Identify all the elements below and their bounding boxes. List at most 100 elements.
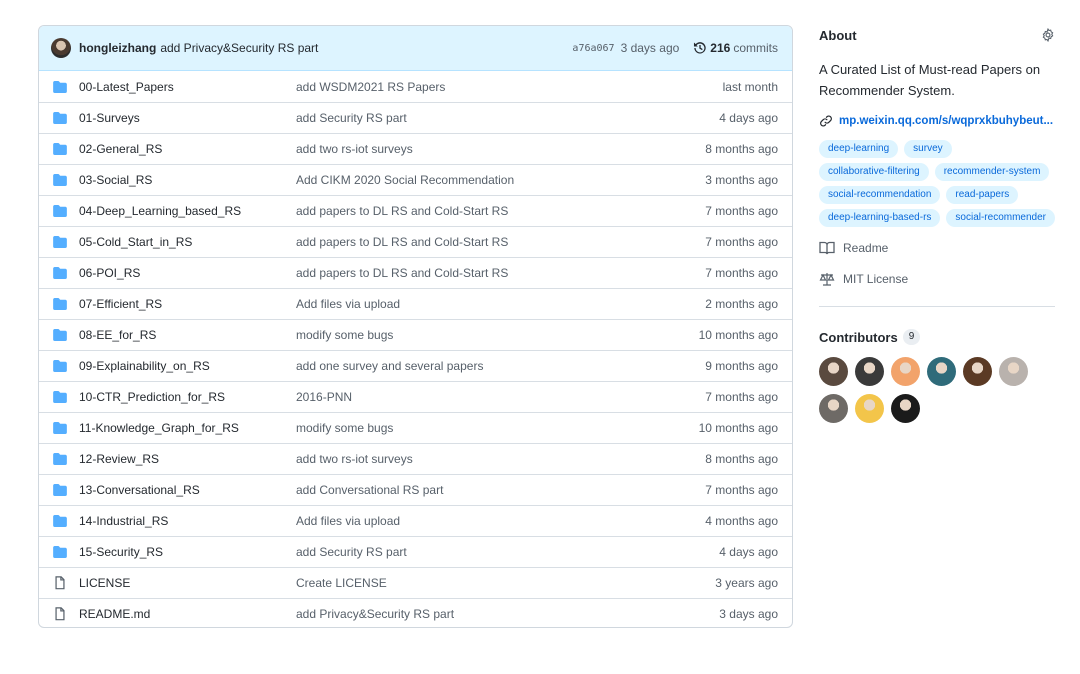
topic-tag[interactable]: deep-learning-based-rs	[819, 209, 941, 227]
file-age: 8 months ago	[705, 142, 778, 156]
topic-list: deep-learning survey collaborative-filteri…	[819, 140, 1055, 227]
file-row[interactable]: 06-POI_RS add papers to DL RS and Cold-St…	[39, 257, 792, 288]
folder-icon	[53, 359, 67, 373]
file-name[interactable]: 05-Cold_Start_in_RS	[79, 235, 296, 249]
file-commit-message[interactable]: add one survey and several papers	[296, 359, 705, 373]
file-name[interactable]: 15-Security_RS	[79, 545, 296, 559]
file-row[interactable]: 12-Review_RS add two rs-iot surveys 8 mont…	[39, 443, 792, 474]
file-commit-message[interactable]: Add files via upload	[296, 297, 705, 311]
folder-icon	[53, 235, 67, 249]
file-row[interactable]: 05-Cold_Start_in_RS add papers to DL RS a…	[39, 226, 792, 257]
contributor-avatar[interactable]	[891, 394, 920, 423]
topic-tag[interactable]: deep-learning	[819, 140, 899, 158]
file-row[interactable]: 15-Security_RS add Security RS part 4 days…	[39, 536, 792, 567]
file-name[interactable]: 06-POI_RS	[79, 266, 296, 280]
file-name[interactable]: 12-Review_RS	[79, 452, 296, 466]
file-row[interactable]: README.md add Privacy&Security RS part 3 d…	[39, 598, 792, 627]
file-commit-message[interactable]: modify some bugs	[296, 421, 699, 435]
contributor-avatar[interactable]	[927, 357, 956, 386]
commit-count-label[interactable]: commits	[733, 41, 778, 55]
file-commit-message[interactable]: Create LICENSE	[296, 576, 715, 590]
commit-author[interactable]: hongleizhang	[79, 41, 156, 55]
topic-tag[interactable]: social-recommender	[946, 209, 1055, 227]
file-name[interactable]: 00-Latest_Papers	[79, 80, 296, 94]
file-commit-message[interactable]: add Security RS part	[296, 111, 719, 125]
file-name[interactable]: LICENSE	[79, 576, 296, 590]
file-name[interactable]: 07-Efficient_RS	[79, 297, 296, 311]
folder-icon	[53, 204, 67, 218]
file-commit-message[interactable]: add Security RS part	[296, 545, 719, 559]
commit-sha[interactable]: a76a067	[572, 43, 614, 54]
license-link[interactable]: MIT License	[819, 272, 1055, 286]
gear-icon[interactable]	[1041, 28, 1055, 42]
contributors-count: 9	[902, 329, 921, 345]
file-row[interactable]: 14-Industrial_RS Add files via upload 4 mo…	[39, 505, 792, 536]
file-commit-message[interactable]: Add files via upload	[296, 514, 705, 528]
file-name[interactable]: 09-Explainability_on_RS	[79, 359, 296, 373]
file-row[interactable]: 00-Latest_Papers add WSDM2021 RS Papers la…	[39, 71, 792, 102]
contributor-avatar[interactable]	[855, 357, 884, 386]
license-label[interactable]: MIT License	[843, 272, 908, 286]
topic-tag[interactable]: read-papers	[946, 186, 1019, 204]
file-row[interactable]: 02-General_RS add two rs-iot surveys 8 mon…	[39, 133, 792, 164]
topic-tag[interactable]: survey	[904, 140, 952, 158]
folder-icon	[53, 328, 67, 342]
file-name[interactable]: 02-General_RS	[79, 142, 296, 156]
file-name[interactable]: README.md	[79, 607, 296, 621]
contributor-avatar[interactable]	[963, 357, 992, 386]
file-name[interactable]: 04-Deep_Learning_based_RS	[79, 204, 296, 218]
topic-tag[interactable]: collaborative-filtering	[819, 163, 929, 181]
file-commit-message[interactable]: add papers to DL RS and Cold-Start RS	[296, 266, 705, 280]
file-commit-message[interactable]: add Privacy&Security RS part	[296, 607, 719, 621]
homepage-link[interactable]: mp.weixin.qq.com/s/wqprxkbuhybeut...	[819, 114, 1055, 128]
file-commit-message[interactable]: add two rs-iot surveys	[296, 452, 705, 466]
file-commit-message[interactable]: add WSDM2021 RS Papers	[296, 80, 723, 94]
file-name[interactable]: 13-Conversational_RS	[79, 483, 296, 497]
commit-message[interactable]: add Privacy&Security RS part	[160, 41, 318, 55]
file-icon	[53, 576, 67, 590]
folder-icon	[53, 421, 67, 435]
file-name[interactable]: 01-Surveys	[79, 111, 296, 125]
folder-icon	[53, 80, 67, 94]
contributor-avatar[interactable]	[855, 394, 884, 423]
file-name[interactable]: 08-EE_for_RS	[79, 328, 296, 342]
file-commit-message[interactable]: add papers to DL RS and Cold-Start RS	[296, 235, 705, 249]
file-row[interactable]: 10-CTR_Prediction_for_RS 2016-PNN 7 months…	[39, 381, 792, 412]
homepage-link-text[interactable]: mp.weixin.qq.com/s/wqprxkbuhybeut...	[839, 115, 1053, 127]
file-commit-message[interactable]: add papers to DL RS and Cold-Start RS	[296, 204, 705, 218]
file-row[interactable]: 07-Efficient_RS Add files via upload 2 mon…	[39, 288, 792, 319]
file-row[interactable]: 11-Knowledge_Graph_for_RS modify some bug…	[39, 412, 792, 443]
file-row[interactable]: LICENSE Create LICENSE 3 years ago	[39, 567, 792, 598]
file-commit-message[interactable]: Add CIKM 2020 Social Recommendation	[296, 173, 705, 187]
file-commit-message[interactable]: add Conversational RS part	[296, 483, 705, 497]
file-commit-message[interactable]: add two rs-iot surveys	[296, 142, 705, 156]
readme-label[interactable]: Readme	[843, 241, 888, 255]
file-row[interactable]: 09-Explainability_on_RS add one survey an…	[39, 350, 792, 381]
file-name[interactable]: 11-Knowledge_Graph_for_RS	[79, 421, 296, 435]
contributor-avatar[interactable]	[819, 357, 848, 386]
folder-icon	[53, 390, 67, 404]
file-name[interactable]: 14-Industrial_RS	[79, 514, 296, 528]
file-name[interactable]: 03-Social_RS	[79, 173, 296, 187]
file-row[interactable]: 08-EE_for_RS modify some bugs 10 months ag…	[39, 319, 792, 350]
contributor-avatar[interactable]	[999, 357, 1028, 386]
file-row[interactable]: 13-Conversational_RS add Conversational R…	[39, 474, 792, 505]
file-name[interactable]: 10-CTR_Prediction_for_RS	[79, 390, 296, 404]
file-age: 7 months ago	[705, 235, 778, 249]
folder-icon	[53, 545, 67, 559]
topic-tag[interactable]: social-recommendation	[819, 186, 941, 204]
contributors-title[interactable]: Contributors	[819, 330, 898, 345]
file-commit-message[interactable]: 2016-PNN	[296, 390, 705, 404]
file-row[interactable]: 01-Surveys add Security RS part 4 days ago	[39, 102, 792, 133]
folder-icon	[53, 173, 67, 187]
contributor-avatar[interactable]	[891, 357, 920, 386]
contributor-avatar[interactable]	[819, 394, 848, 423]
law-icon	[819, 273, 835, 286]
file-row[interactable]: 04-Deep_Learning_based_RS add papers to D…	[39, 195, 792, 226]
file-commit-message[interactable]: modify some bugs	[296, 328, 699, 342]
topic-tag[interactable]: recommender-system	[934, 163, 1050, 181]
file-row[interactable]: 03-Social_RS Add CIKM 2020 Social Recomme…	[39, 164, 792, 195]
readme-link[interactable]: Readme	[819, 241, 1055, 255]
commit-count[interactable]: 216	[710, 41, 730, 55]
author-avatar[interactable]	[51, 38, 71, 58]
